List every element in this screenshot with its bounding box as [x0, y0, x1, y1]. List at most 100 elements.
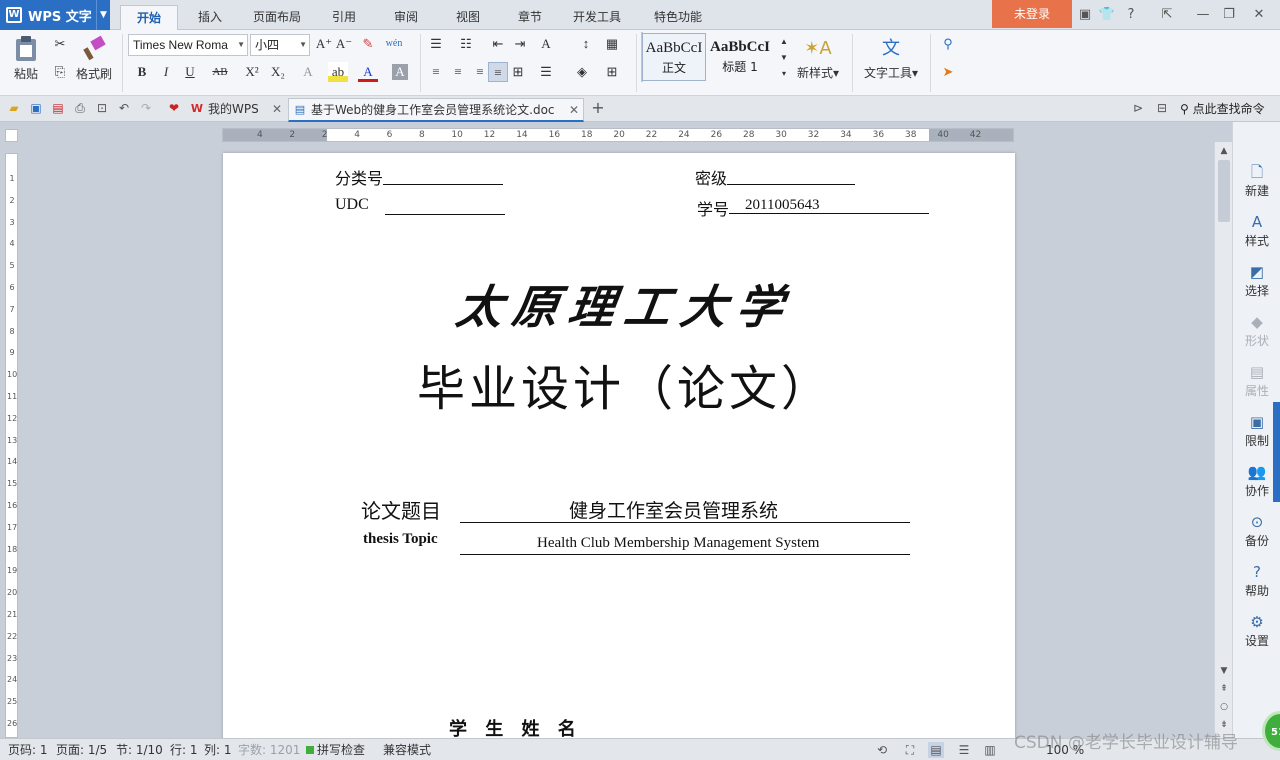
- spell-check[interactable]: 拼写检查: [306, 742, 365, 758]
- chinese-layout-icon[interactable]: A: [536, 34, 556, 54]
- status-row[interactable]: 行: 1: [170, 742, 198, 758]
- line-spacing-icon[interactable]: ☰: [536, 62, 556, 82]
- copy-icon[interactable]: ⎘: [50, 62, 70, 82]
- align-left-icon[interactable]: ≡: [426, 62, 446, 82]
- sort-icon[interactable]: ↕: [576, 34, 596, 54]
- tab-view[interactable]: 视图: [442, 5, 494, 30]
- scroll-up-icon[interactable]: ▲: [1215, 146, 1233, 156]
- increase-indent-icon[interactable]: ⇥: [510, 34, 530, 54]
- redo-icon[interactable]: ↷: [138, 100, 154, 116]
- shading-icon[interactable]: ◈: [572, 62, 592, 82]
- history-icon[interactable]: ⟲: [874, 742, 890, 758]
- grow-font-icon[interactable]: A⁺: [314, 34, 334, 54]
- borders-icon[interactable]: ⊞: [602, 62, 622, 82]
- ruler-corner[interactable]: [5, 129, 18, 142]
- numbered-list-icon[interactable]: ☷: [456, 34, 476, 54]
- prev-page-icon[interactable]: ⇞: [1215, 684, 1233, 694]
- status-pages[interactable]: 页面: 1/5: [56, 742, 107, 758]
- tab-menu-icon[interactable]: ⊳: [1130, 100, 1146, 116]
- char-shading-icon[interactable]: A: [392, 64, 408, 80]
- bookmark-icon[interactable]: ❤: [166, 100, 182, 116]
- show-marks-icon[interactable]: ▦: [602, 34, 622, 54]
- format-painter-button[interactable]: 格式刷: [74, 34, 114, 92]
- minimize-icon[interactable]: —: [1194, 6, 1212, 24]
- browse-object-icon[interactable]: ○: [1215, 702, 1233, 712]
- sidebar-item-0[interactable]: 🗋 新建: [1233, 158, 1280, 204]
- paste-button[interactable]: 粘贴: [8, 34, 44, 92]
- status-col[interactable]: 列: 1: [204, 742, 232, 758]
- print-icon[interactable]: ⎙: [72, 100, 88, 116]
- strikethrough-icon[interactable]: AB: [210, 62, 230, 82]
- close-tab-icon[interactable]: ✕: [272, 98, 282, 120]
- font-size-select[interactable]: 小四 ▼: [250, 34, 310, 56]
- tab-insert[interactable]: 插入: [184, 5, 236, 30]
- maximize-icon[interactable]: ❐: [1220, 6, 1238, 24]
- find-icon[interactable]: ⚲: [938, 34, 958, 54]
- select-cursor-icon[interactable]: ➤: [938, 62, 958, 82]
- tab-references[interactable]: 引用: [318, 5, 370, 30]
- tab-special[interactable]: 特色功能: [638, 5, 718, 30]
- sidebar-item-9[interactable]: ⚙ 设置: [1233, 608, 1280, 654]
- underline-icon[interactable]: U: [180, 62, 200, 82]
- justify-icon[interactable]: ≡: [488, 62, 508, 82]
- open-folder-icon[interactable]: ▰: [6, 100, 22, 116]
- sidebar-item-7[interactable]: ⊙ 备份: [1233, 508, 1280, 554]
- status-page[interactable]: 页码: 1: [8, 742, 48, 758]
- reading-view-icon[interactable]: ▥: [982, 742, 998, 758]
- tab-home[interactable]: 开始: [120, 5, 178, 30]
- app-dropdown-icon[interactable]: ▼: [96, 0, 110, 30]
- text-tools-button[interactable]: 文 文字工具▾: [858, 34, 924, 92]
- tab-chapter[interactable]: 章节: [504, 5, 556, 30]
- fullscreen-icon[interactable]: ⛶: [902, 742, 918, 758]
- tab-developer[interactable]: 开发工具: [564, 5, 630, 30]
- document-page[interactable]: 分类号 密级 UDC 学号 2011005643 太原理工大学 毕业设计（论文）…: [223, 153, 1015, 743]
- subscript-icon[interactable]: X₂: [268, 62, 288, 82]
- pdf-icon[interactable]: ▤: [50, 100, 66, 116]
- sidebar-item-1[interactable]: A 样式: [1233, 208, 1280, 254]
- tab-list-icon[interactable]: ⊟: [1154, 100, 1170, 116]
- decrease-indent-icon[interactable]: ⇤: [488, 34, 508, 54]
- sidebar-item-4[interactable]: ▤ 属性: [1233, 358, 1280, 404]
- tab-page-layout[interactable]: 页面布局: [244, 5, 310, 30]
- close-icon[interactable]: ✕: [1250, 6, 1268, 24]
- sidebar-item-3[interactable]: ◆ 形状: [1233, 308, 1280, 354]
- align-right-icon[interactable]: ≡: [470, 62, 490, 82]
- save-icon[interactable]: ▣: [28, 100, 44, 116]
- cut-icon[interactable]: ✂: [50, 34, 70, 54]
- tab-document[interactable]: ▤ 基于Web的健身工作室会员管理系统论文.doc ✕: [288, 98, 584, 122]
- tab-my-wps[interactable]: W 我的WPS ✕: [186, 98, 286, 122]
- login-button[interactable]: 未登录: [992, 0, 1072, 28]
- restore-ribbon-icon[interactable]: ⇱: [1158, 6, 1176, 24]
- skin-icon[interactable]: ▣: [1076, 6, 1094, 24]
- superscript-icon[interactable]: X²: [242, 62, 262, 82]
- vertical-ruler[interactable]: 1 2 3 4 5 6 7 8 9 10 11 12 13 14 15 16 17 18 19 20 21 22 23 24 2…: [5, 153, 18, 738]
- sidebar-edge-handle[interactable]: [1273, 402, 1280, 502]
- vertical-scrollbar[interactable]: ▲ ▼ ⇞ ○ ⇟: [1214, 142, 1232, 738]
- undo-icon[interactable]: ↶: [116, 100, 132, 116]
- scroll-thumb[interactable]: [1218, 160, 1230, 222]
- align-center-icon[interactable]: ≡: [448, 62, 468, 82]
- status-words[interactable]: 字数: 1201: [238, 742, 300, 758]
- highlight-icon[interactable]: ab: [328, 62, 348, 82]
- new-style-button[interactable]: ✶A 新样式▾: [790, 34, 846, 92]
- page-view-icon[interactable]: ▤: [928, 742, 944, 758]
- text-effect-icon[interactable]: A: [298, 62, 318, 82]
- scroll-down-icon[interactable]: ▼: [1215, 666, 1233, 676]
- style-normal[interactable]: AaBbCcI 正文: [642, 33, 706, 81]
- font-name-select[interactable]: Times New Roma ▼: [128, 34, 248, 56]
- phonetic-icon[interactable]: wén: [384, 34, 404, 54]
- command-search[interactable]: ⚲ 点此查找命令: [1180, 100, 1265, 117]
- new-tab-icon[interactable]: +: [590, 100, 606, 116]
- font-color-icon[interactable]: A: [358, 62, 378, 82]
- tab-review[interactable]: 审阅: [380, 5, 432, 30]
- horizontal-ruler[interactable]: 4 2 2 4 6 8 10 12 14 16 18 20 22 24 26 28 30 32 34 36 38 40 42: [222, 128, 1014, 142]
- status-section[interactable]: 节: 1/10: [116, 742, 163, 758]
- print-preview-icon[interactable]: ⊡: [94, 100, 110, 116]
- sidebar-item-8[interactable]: ? 帮助: [1233, 558, 1280, 604]
- shrink-font-icon[interactable]: A⁻: [334, 34, 354, 54]
- clear-format-icon[interactable]: ✎: [358, 34, 378, 54]
- close-tab-icon[interactable]: ✕: [569, 99, 579, 121]
- help-icon[interactable]: ?: [1122, 6, 1140, 24]
- outline-view-icon[interactable]: ☰: [956, 742, 972, 758]
- bullet-list-icon[interactable]: ☰: [426, 34, 446, 54]
